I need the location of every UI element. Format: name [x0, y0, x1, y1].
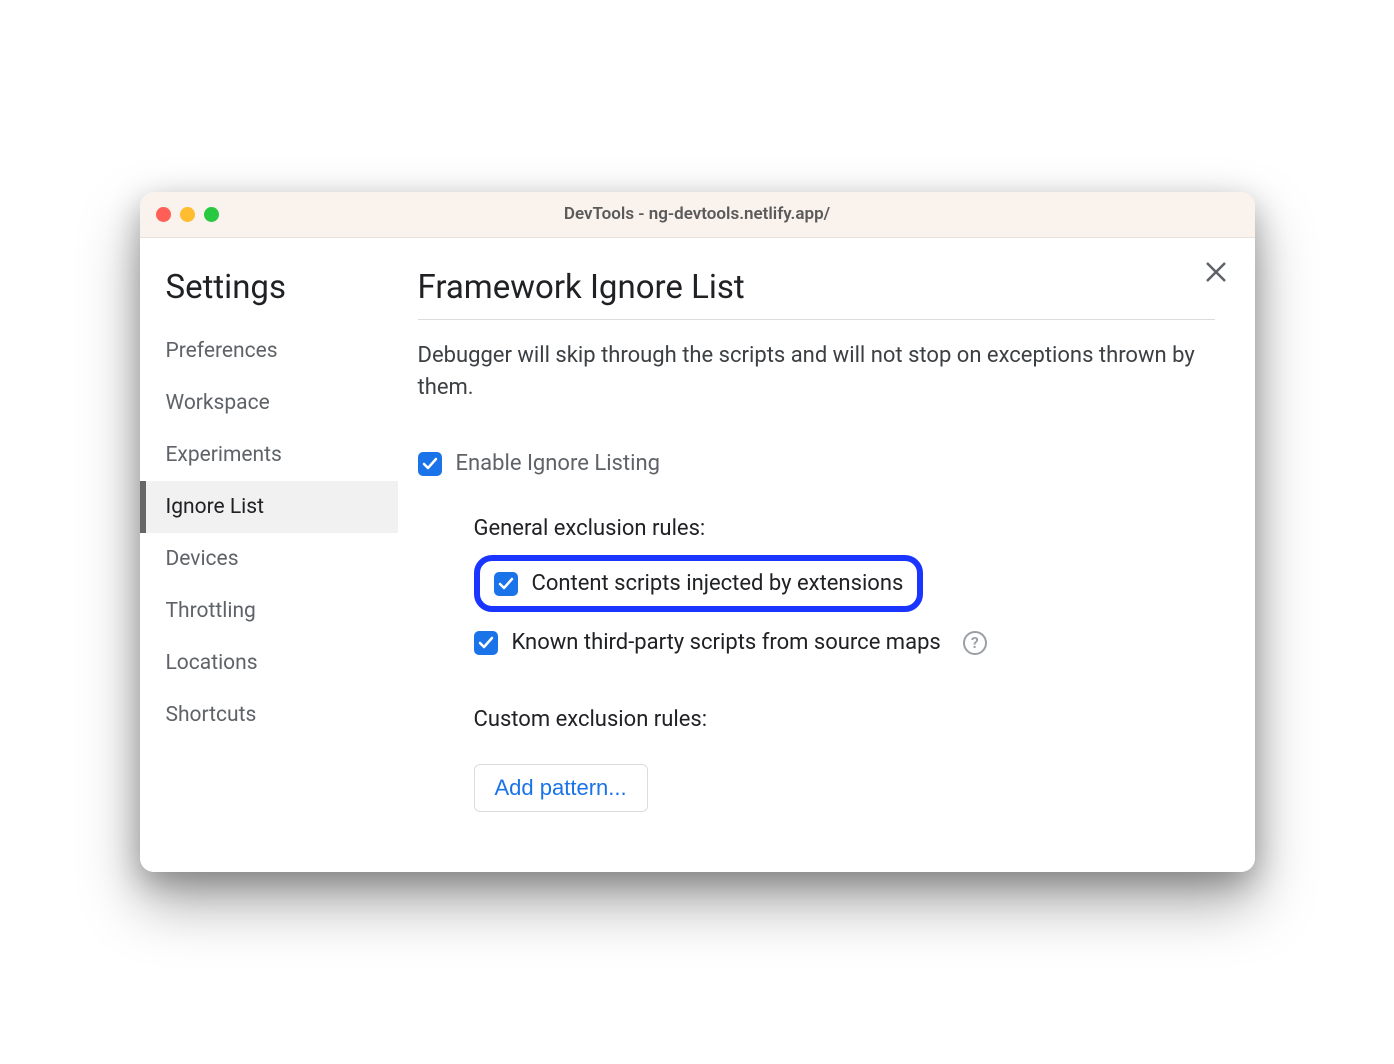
minimize-window-button[interactable]	[180, 207, 195, 222]
sidebar: Settings Preferences Workspace Experimen…	[140, 238, 398, 873]
devtools-settings-window: DevTools - ng-devtools.netlify.app/ Sett…	[140, 192, 1255, 873]
close-icon[interactable]	[1205, 260, 1227, 288]
rule-third-party-checkbox[interactable]	[474, 631, 498, 655]
sidebar-title: Settings	[140, 268, 398, 325]
page-description: Debugger will skip through the scripts a…	[418, 340, 1215, 404]
add-pattern-button[interactable]: Add pattern...	[474, 764, 648, 812]
help-icon[interactable]: ?	[963, 631, 987, 655]
sidebar-item-locations[interactable]: Locations	[140, 637, 398, 689]
rule-third-party-label: Known third-party scripts from source ma…	[512, 630, 941, 655]
window-title: DevTools - ng-devtools.netlify.app/	[564, 204, 830, 224]
checkmark-icon	[478, 635, 494, 651]
rule-content-scripts-highlight: Content scripts injected by extensions	[474, 555, 924, 612]
sidebar-item-ignore-list[interactable]: Ignore List	[140, 481, 398, 533]
enable-ignore-listing-checkbox[interactable]	[418, 452, 442, 476]
custom-rules-title: Custom exclusion rules:	[474, 707, 1215, 732]
maximize-window-button[interactable]	[204, 207, 219, 222]
sidebar-item-shortcuts[interactable]: Shortcuts	[140, 689, 398, 741]
titlebar: DevTools - ng-devtools.netlify.app/	[140, 192, 1255, 238]
rule-third-party-row: Known third-party scripts from source ma…	[474, 626, 1215, 659]
sidebar-item-preferences[interactable]: Preferences	[140, 325, 398, 377]
enable-ignore-listing-row: Enable Ignore Listing	[418, 451, 1215, 476]
general-rules-title: General exclusion rules:	[474, 516, 1215, 541]
rule-content-scripts-label: Content scripts injected by extensions	[532, 571, 904, 596]
enable-ignore-listing-label: Enable Ignore Listing	[456, 451, 660, 476]
sidebar-item-workspace[interactable]: Workspace	[140, 377, 398, 429]
sidebar-item-throttling[interactable]: Throttling	[140, 585, 398, 637]
page-title: Framework Ignore List	[418, 268, 1215, 320]
traffic-lights	[156, 207, 219, 222]
checkmark-icon	[498, 576, 514, 592]
main-panel: Framework Ignore List Debugger will skip…	[398, 238, 1255, 873]
sidebar-item-devices[interactable]: Devices	[140, 533, 398, 585]
checkmark-icon	[422, 456, 438, 472]
close-window-button[interactable]	[156, 207, 171, 222]
rule-content-scripts-checkbox[interactable]	[494, 572, 518, 596]
general-rules-section: General exclusion rules: Content scripts…	[418, 516, 1215, 659]
sidebar-item-experiments[interactable]: Experiments	[140, 429, 398, 481]
content-area: Settings Preferences Workspace Experimen…	[140, 238, 1255, 873]
custom-rules-section: Custom exclusion rules: Add pattern...	[418, 707, 1215, 812]
